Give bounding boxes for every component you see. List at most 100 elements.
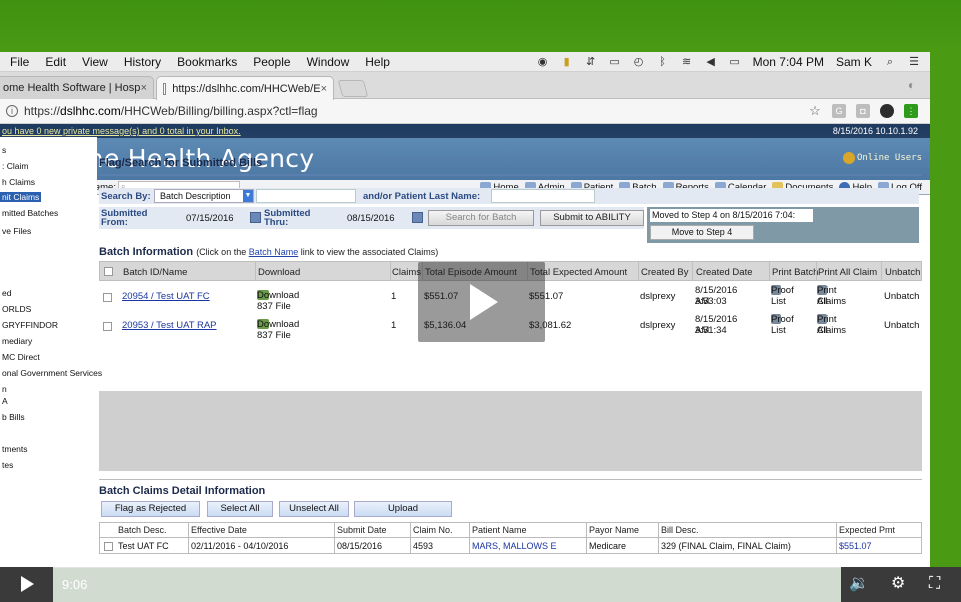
batch-name-link[interactable]: 20953 / Test UAT RAP	[122, 320, 217, 331]
select-all-checkbox[interactable]	[104, 267, 113, 276]
patient-last-name-input[interactable]	[491, 189, 595, 203]
camera-icon[interactable]: ◘	[856, 104, 870, 118]
profile-icon[interactable]: ◐	[908, 78, 922, 92]
menu-edit[interactable]: Edit	[37, 55, 74, 69]
row-checkbox[interactable]	[103, 293, 112, 302]
sidebar-item[interactable]: tes	[2, 460, 13, 470]
sidebar-item[interactable]: MC Direct	[2, 352, 40, 362]
calendar-icon[interactable]	[250, 212, 261, 223]
row-checkbox[interactable]	[104, 542, 113, 551]
inbox-message-link[interactable]: ou have 0 new private message(s) and 0 t…	[2, 126, 241, 136]
submitted-thru-input[interactable]: 08/15/2016	[347, 213, 395, 224]
extension-icon[interactable]: G	[832, 104, 846, 118]
claims-col-header: Payor Name	[589, 525, 640, 535]
menubar-clock[interactable]: Mon 7:04 PM	[753, 55, 824, 69]
bookmark-star-icon[interactable]: ☆	[808, 104, 822, 118]
sidebar-item[interactable]: ed	[2, 288, 11, 298]
calendar-icon[interactable]	[412, 212, 423, 223]
notification-center-icon[interactable]: ☰	[908, 56, 920, 68]
claims-cell-patient[interactable]: MARS, MALLOWS E	[472, 541, 557, 551]
sidebar-item[interactable]: onal Government Services	[2, 368, 102, 378]
col-download: Download	[258, 267, 301, 278]
column-divider	[334, 523, 335, 554]
menu-bookmarks[interactable]: Bookmarks	[169, 55, 245, 69]
submitted-from-label: Submitted From:	[101, 208, 148, 228]
sidebar-item[interactable]: : Claim	[2, 161, 28, 171]
record-icon[interactable]: ◉	[537, 56, 549, 68]
close-tab-icon[interactable]: ×	[321, 83, 327, 95]
bluetooth-icon[interactable]: ᛒ	[657, 56, 669, 68]
address-bar[interactable]: i https://dslhhc.com/HHCWeb/Billing/bill…	[0, 99, 930, 124]
sync-icon[interactable]: ⇵	[585, 56, 597, 68]
search-value-input[interactable]	[256, 189, 356, 203]
menu-help[interactable]: Help	[357, 55, 398, 69]
claims-cell-submit: 08/15/2016	[337, 541, 383, 551]
claims-col-header: Effective Date	[191, 525, 247, 535]
menu-dots-icon[interactable]: ⋮	[904, 104, 918, 118]
flag-as-rejected-button[interactable]: Flag as Rejected	[101, 501, 200, 517]
sidebar-item[interactable]: mediary	[2, 336, 32, 346]
title-divider	[99, 174, 922, 176]
sidebar-item[interactable]: nit Claims	[0, 192, 42, 202]
sidebar-item[interactable]: ve Files	[2, 226, 31, 236]
sidebar-item[interactable]: s	[2, 145, 6, 155]
wifi-icon[interactable]: ≋	[681, 56, 693, 68]
fullscreen-icon[interactable]: ⛶	[929, 575, 940, 593]
battery-icon[interactable]: ▭	[729, 56, 741, 68]
created-by: dslprexy	[640, 320, 676, 331]
search-for-batch-button[interactable]: Search for Batch	[428, 210, 534, 226]
battery-monitor-icon[interactable]: ▭	[609, 56, 621, 68]
tab-home-health-software[interactable]: ome Health Software | Hosp ×	[0, 76, 154, 99]
submitted-from-input[interactable]: 07/15/2016	[186, 213, 234, 224]
row-checkbox[interactable]	[103, 322, 112, 331]
date-row: Submitted From: 07/15/2016 Submitted Thru:…	[99, 207, 644, 229]
search-by-select[interactable]: Batch Description ▼	[154, 189, 254, 203]
url-text[interactable]: https://dslhhc.com/HHCWeb/Billing/billin…	[24, 104, 318, 118]
shield-icon[interactable]: ▮	[561, 56, 573, 68]
extension-circle-icon[interactable]	[880, 104, 894, 118]
batch-name-link[interactable]: Batch Name	[249, 247, 299, 257]
sidebar-item[interactable]: A	[2, 396, 8, 406]
menu-people[interactable]: People	[245, 55, 298, 69]
unselect-all-button[interactable]: Unselect All	[279, 501, 349, 517]
volume-icon[interactable]: 🔉	[849, 575, 869, 593]
batch-table-empty-area	[99, 391, 922, 471]
col-print-batch: Print Batch	[772, 267, 819, 278]
sidebar-item[interactable]: h Claims	[2, 177, 35, 187]
video-play-overlay[interactable]	[418, 262, 545, 342]
sidebar-item[interactable]: b Bills	[2, 412, 25, 422]
volume-icon[interactable]: ◀	[705, 56, 717, 68]
sidebar-item[interactable]: ORLDS	[2, 304, 31, 314]
claims-cell-expected[interactable]: $551.07	[839, 541, 872, 551]
menubar-user[interactable]: Sam K	[836, 55, 872, 69]
menu-window[interactable]: Window	[299, 55, 358, 69]
select-all-button[interactable]: Select All	[207, 501, 273, 517]
unbatch-link[interactable]: Unbatch	[884, 291, 919, 302]
new-tab-button[interactable]	[337, 80, 369, 97]
batch-name-link[interactable]: 20954 / Test UAT FC	[122, 291, 210, 302]
tab-label: https://dslhhc.com/HHCWeb/E	[172, 82, 321, 95]
play-button[interactable]	[0, 567, 53, 602]
billing-sidebar: s : Claim h Claims nit Claims mitted Batches…	[0, 137, 102, 516]
submit-to-ability-button[interactable]: Submit to ABILITY	[540, 210, 644, 226]
menu-history[interactable]: History	[116, 55, 169, 69]
menu-view[interactable]: View	[74, 55, 116, 69]
play-icon	[21, 576, 34, 592]
claims-detail-title: Batch Claims Detail Information	[99, 485, 266, 497]
move-to-step-button[interactable]: Move to Step 4	[650, 225, 754, 240]
sidebar-item[interactable]: n	[2, 384, 7, 394]
sidebar-item[interactable]: GRYFFINDOR	[2, 320, 58, 330]
info-icon[interactable]: i	[6, 105, 18, 117]
claims-detail-table: Batch Desc. Effective Date Submit Date Clai…	[99, 522, 922, 554]
tab-billing[interactable]: https://dslhhc.com/HHCWeb/E ×	[156, 76, 334, 100]
settings-gear-icon[interactable]: ⚙	[891, 575, 905, 593]
sidebar-item[interactable]: mitted Batches	[2, 208, 58, 218]
menu-file[interactable]: File	[0, 55, 37, 69]
close-tab-icon[interactable]: ×	[141, 82, 147, 94]
video-time: 9:06	[62, 577, 88, 592]
unbatch-link[interactable]: Unbatch	[884, 320, 919, 331]
sidebar-item[interactable]: tments	[2, 444, 28, 454]
time-machine-icon[interactable]: ◴	[633, 56, 645, 68]
upload-button[interactable]: Upload	[354, 501, 452, 517]
spotlight-search-icon[interactable]: ⌕	[884, 56, 896, 68]
